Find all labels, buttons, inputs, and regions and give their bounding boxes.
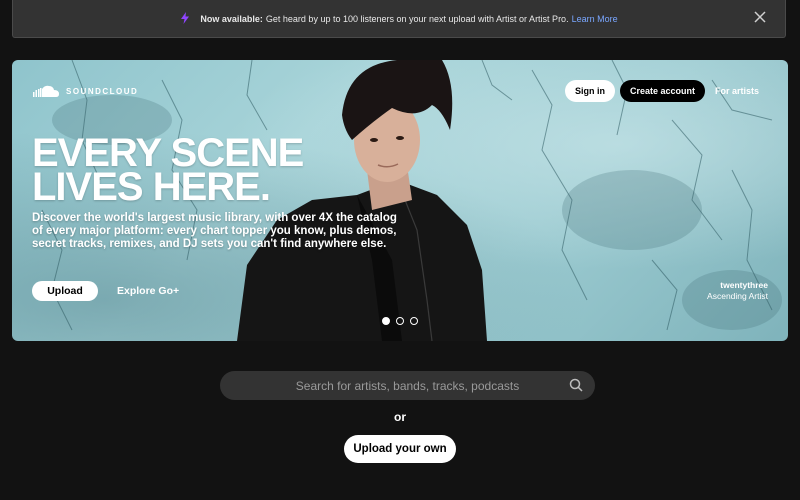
close-icon[interactable] <box>753 10 767 24</box>
carousel-dot-3[interactable] <box>410 317 418 325</box>
banner-text: Get heard by up to 100 listeners on your… <box>265 13 569 24</box>
artist-credit[interactable]: twentythree Ascending Artist <box>707 280 768 302</box>
hero-carousel: SOUNDCLOUD Sign in Create account For ar… <box>12 60 788 341</box>
lightning-bolt-icon <box>180 11 190 26</box>
hero-headline: EVERY SCENE LIVES HERE. <box>32 133 332 209</box>
or-divider: or <box>394 410 406 424</box>
logo-wordmark: SOUNDCLOUD <box>66 86 139 96</box>
carousel-dot-2[interactable] <box>396 317 404 325</box>
create-account-button[interactable]: Create account <box>620 80 705 102</box>
headline-line-2: LIVES HERE. <box>32 165 271 209</box>
search-input[interactable] <box>275 377 540 394</box>
hero-subtext: Discover the world's largest music libra… <box>32 212 397 250</box>
search-icon[interactable] <box>569 378 583 397</box>
search-bar[interactable] <box>220 371 595 400</box>
banner-bold-text: Now available: <box>200 13 263 24</box>
carousel-indicators <box>382 317 418 325</box>
announcement-banner: Now available: Get heard by up to 100 li… <box>12 0 786 38</box>
soundcloud-cloud-icon <box>33 85 59 97</box>
artist-name[interactable]: twentythree <box>707 280 768 291</box>
carousel-dot-1[interactable] <box>382 317 390 325</box>
learn-more-link[interactable]: Learn More <box>572 14 618 24</box>
artist-caption: Ascending Artist <box>707 291 768 301</box>
explore-go-plus-link[interactable]: Explore Go+ <box>117 281 179 301</box>
soundcloud-logo[interactable]: SOUNDCLOUD <box>32 84 138 98</box>
sign-in-button[interactable]: Sign in <box>565 80 615 102</box>
hero-upload-button[interactable]: Upload <box>32 281 98 301</box>
for-artists-link[interactable]: For artists <box>712 80 762 102</box>
upload-your-own-button[interactable]: Upload your own <box>344 435 456 463</box>
